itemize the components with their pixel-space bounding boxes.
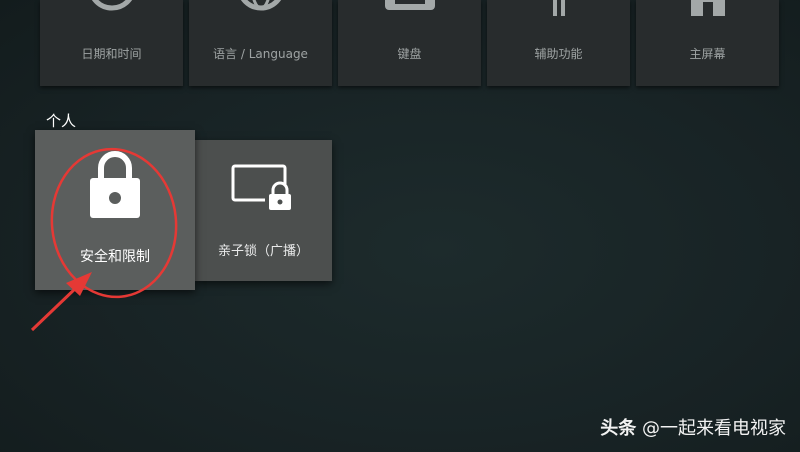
date-time-card[interactable]: 日期和时间 xyxy=(40,0,183,86)
parental-lock-label: 亲子锁（广播） xyxy=(217,244,309,259)
language-card[interactable]: 语言 / Language xyxy=(189,0,332,86)
home-screen-card[interactable]: 主屏幕 xyxy=(636,0,779,86)
device-settings-row: 日期和时间 语言 / Language 键盘 辅助功能 主屏幕 xyxy=(40,0,800,88)
accessibility-card[interactable]: 辅助功能 xyxy=(487,0,630,86)
accessibility-label: 辅助功能 xyxy=(534,47,583,61)
watermark: 头条 @一起来看电视家 xyxy=(600,414,786,440)
keyboard-label: 键盘 xyxy=(397,47,422,61)
keyboard-icon xyxy=(384,0,435,10)
watermark-brand: 头条 xyxy=(600,418,637,439)
home-screen-label: 主屏幕 xyxy=(689,47,726,61)
security-restrictions-tile[interactable]: 安全和限制 xyxy=(35,130,195,290)
language-label: 语言 / Language xyxy=(213,47,308,61)
parental-lock-tile[interactable]: 亲子锁（广播） xyxy=(195,140,332,281)
clock-icon xyxy=(91,0,132,11)
date-time-label: 日期和时间 xyxy=(81,47,142,61)
personal-section-title: 个人 xyxy=(46,112,77,130)
keyboard-card[interactable]: 键盘 xyxy=(338,0,481,86)
lock-icon xyxy=(90,151,140,218)
home-screen-icon xyxy=(690,0,725,16)
screen-lock-icon xyxy=(231,164,295,210)
accessibility-icon xyxy=(552,0,565,16)
arrow-shaft xyxy=(30,284,80,332)
security-restrictions-label: 安全和限制 xyxy=(80,249,150,265)
globe-icon xyxy=(240,0,281,11)
watermark-handle: @一起来看电视家 xyxy=(642,418,786,439)
